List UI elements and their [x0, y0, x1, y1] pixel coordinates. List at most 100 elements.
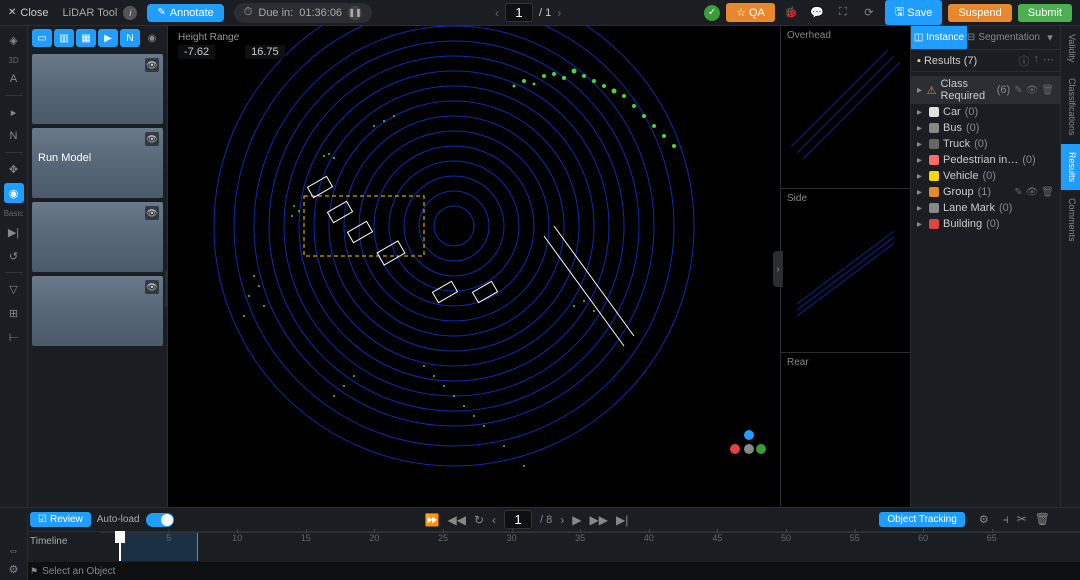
speed-icon[interactable]: ⏩: [425, 513, 440, 527]
tool-step-icon[interactable]: ▶|: [4, 222, 24, 242]
fastfwd-icon[interactable]: ▶▶: [590, 513, 608, 527]
timeline-settings-icon[interactable]: ⚙: [9, 563, 19, 576]
annotate-button[interactable]: Annotate: [147, 4, 223, 22]
result-item[interactable]: ▸Truck (0): [911, 136, 1060, 152]
eye-icon[interactable]: 👁: [145, 280, 159, 294]
result-item[interactable]: ▸⚠Class Required (6)✎👁🗑: [911, 76, 1060, 104]
filter-icon[interactable]: ▾: [1040, 26, 1060, 49]
tool-grid-icon[interactable]: ⊞: [4, 303, 24, 323]
autoload-toggle[interactable]: [146, 513, 174, 527]
expand-icon[interactable]: ▸: [917, 107, 925, 118]
qa-button[interactable]: ☆ QA: [726, 3, 775, 22]
expand-icon[interactable]: ▸: [917, 123, 925, 134]
trash-icon[interactable]: 🗑: [1041, 187, 1054, 198]
camera-thumb-4[interactable]: 👁: [32, 276, 163, 346]
tool-path-icon[interactable]: N: [4, 126, 24, 146]
submit-button[interactable]: Submit: [1018, 4, 1072, 22]
cam-tool-record-icon[interactable]: ◉: [142, 29, 162, 47]
result-item[interactable]: ▸Pedestrian in… (0): [911, 152, 1060, 168]
axis-z-icon[interactable]: [744, 430, 754, 440]
height-min[interactable]: -7.62: [178, 45, 215, 59]
bug-icon[interactable]: 🐞: [781, 3, 801, 23]
rewind-icon[interactable]: ◀◀: [448, 513, 466, 527]
expand-icon[interactable]: ▸: [917, 139, 925, 150]
eye-icon[interactable]: 👁: [145, 206, 159, 220]
side-view[interactable]: Side: [781, 189, 910, 352]
expand-icon[interactable]: ▸: [917, 203, 925, 214]
result-item[interactable]: ▸Car (0): [911, 104, 1060, 120]
tool-filter-icon[interactable]: ▽: [4, 279, 24, 299]
camera-thumb-2[interactable]: 👁: [32, 128, 163, 198]
trash-icon[interactable]: 🗑: [1041, 85, 1054, 96]
cam-tool-play-icon[interactable]: ▶: [98, 29, 118, 47]
axis-widget[interactable]: [730, 430, 766, 466]
rear-view[interactable]: Rear: [781, 353, 910, 516]
expand-icon[interactable]: ▸: [917, 85, 923, 96]
tab-segmentation[interactable]: ⊟ Segmentation: [967, 26, 1040, 49]
overhead-view[interactable]: Overhead: [781, 26, 910, 189]
edit-icon[interactable]: ✎: [1014, 85, 1022, 96]
result-item[interactable]: ▸Building (0): [911, 216, 1060, 232]
review-button[interactable]: ☑ Review: [30, 512, 91, 527]
trash-icon[interactable]: 🗑: [1035, 512, 1050, 527]
cam-tool-split-icon[interactable]: ▥: [54, 29, 74, 47]
frame-input[interactable]: [504, 510, 532, 529]
expand-icon[interactable]: ▸: [917, 155, 925, 166]
tool-cube-icon[interactable]: ◈: [4, 30, 24, 50]
tool-ruler-icon[interactable]: ⊢: [4, 327, 24, 347]
timeline-track[interactable]: 5101520253035404550556065: [100, 532, 1080, 562]
axis-y-icon[interactable]: [756, 444, 766, 454]
expand-icon[interactable]: ▸: [917, 187, 925, 198]
results-up-icon[interactable]: ↑: [1034, 53, 1040, 69]
eye-icon[interactable]: 👁: [1026, 187, 1039, 198]
result-item[interactable]: ▸Bus (0): [911, 120, 1060, 136]
results-more-icon[interactable]: ⋯: [1043, 53, 1054, 69]
next-frame-icon[interactable]: ›: [560, 513, 564, 527]
camera-thumb-1[interactable]: 👁: [32, 54, 163, 124]
pause-timer-button[interactable]: ❚❚: [348, 6, 362, 20]
axis-center-icon[interactable]: [744, 444, 754, 454]
eye-icon[interactable]: 👁: [1026, 85, 1039, 96]
split-icon[interactable]: ⫞: [1003, 512, 1009, 527]
info-button[interactable]: i: [123, 6, 137, 20]
page-next-icon[interactable]: ›: [557, 6, 561, 20]
camera-thumb-3[interactable]: 👁: [32, 202, 163, 272]
tool-move-icon[interactable]: ✥: [4, 159, 24, 179]
step-icon[interactable]: ▶|: [616, 513, 628, 527]
result-item[interactable]: ▸Group (1)✎👁🗑: [911, 184, 1060, 200]
comment-icon[interactable]: 💬: [807, 3, 827, 23]
scissor-icon[interactable]: ✂: [1017, 512, 1027, 527]
lidar-viewport[interactable]: Height Range -7.62 16.75: [168, 26, 780, 516]
tool-undo-icon[interactable]: ↺: [4, 246, 24, 266]
loop-icon[interactable]: ↻: [474, 513, 484, 527]
tab-instance[interactable]: ◫ Instance: [911, 26, 967, 49]
page-prev-icon[interactable]: ‹: [495, 6, 499, 20]
timeline-zoom-icon[interactable]: ⇔: [8, 545, 19, 557]
result-item[interactable]: ▸Lane Mark (0): [911, 200, 1060, 216]
lidar-canvas[interactable]: [168, 26, 780, 516]
object-tracking-button[interactable]: Object Tracking: [879, 512, 964, 527]
prev-frame-icon[interactable]: ‹: [492, 513, 496, 527]
sidetab-classifications[interactable]: Classifications: [1061, 70, 1080, 144]
expand-icon[interactable]: ▸: [917, 219, 925, 230]
axis-x-icon[interactable]: [730, 444, 740, 454]
result-item[interactable]: ▸Vehicle (0): [911, 168, 1060, 184]
edit-icon[interactable]: ✎: [1014, 187, 1022, 198]
play-icon[interactable]: ▶: [572, 513, 581, 527]
expand-icon[interactable]: ▸: [917, 171, 925, 182]
fullscreen-icon[interactable]: ⛶: [833, 3, 853, 23]
suspend-button[interactable]: Suspend: [948, 4, 1011, 22]
tracking-settings-icon[interactable]: ⚙: [979, 513, 989, 526]
close-button[interactable]: Close: [8, 7, 49, 19]
refresh-icon[interactable]: ⟳: [859, 3, 879, 23]
tool-flag-icon[interactable]: ▸: [4, 102, 24, 122]
sidetab-results[interactable]: Results: [1061, 144, 1080, 190]
page-input[interactable]: [505, 3, 533, 22]
tool-globe-icon[interactable]: ◉: [4, 183, 24, 203]
cam-tool-nav-icon[interactable]: N: [120, 29, 140, 47]
eye-icon[interactable]: 👁: [145, 132, 159, 146]
tool-text-icon[interactable]: A: [4, 69, 24, 89]
results-info-icon[interactable]: ⓘ: [1019, 53, 1030, 69]
height-max[interactable]: 16.75: [245, 45, 285, 59]
save-button[interactable]: 🖫 Save: [885, 0, 942, 25]
